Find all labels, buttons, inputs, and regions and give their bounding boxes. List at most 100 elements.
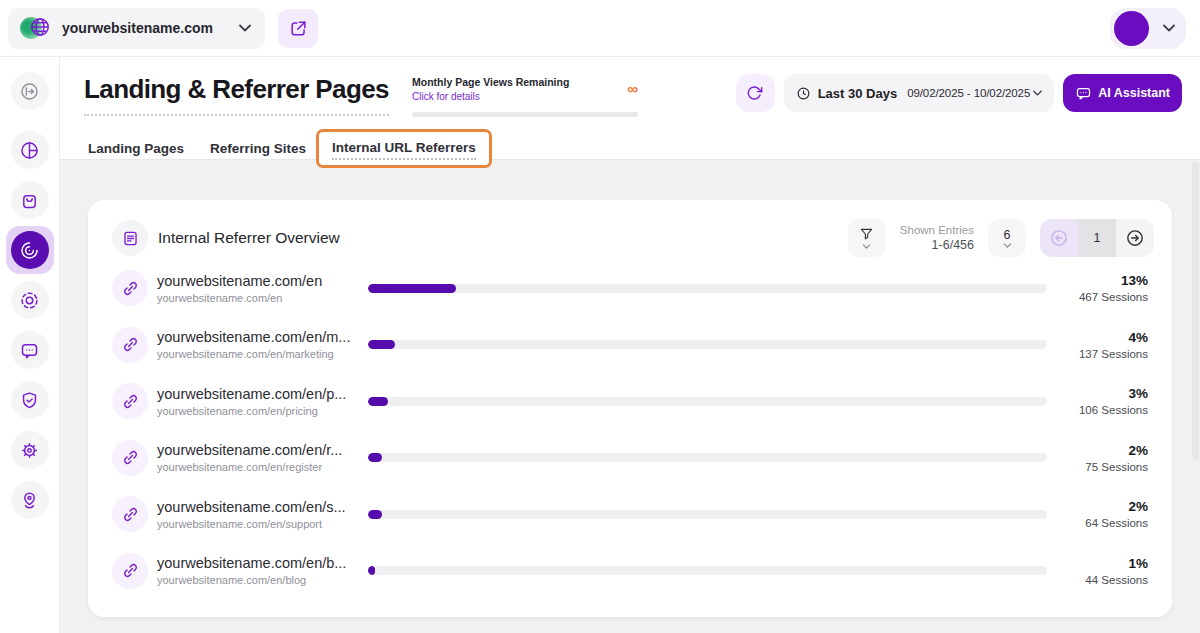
external-link-icon xyxy=(289,19,308,38)
sidebar-item-location[interactable] xyxy=(11,481,49,519)
referrer-sessions: 467 Sessions xyxy=(1047,291,1148,303)
referrer-sessions: 75 Sessions xyxy=(1047,461,1148,473)
arrow-right-circle-icon xyxy=(1125,228,1145,248)
referrer-title: yourwebsitename.com/en/p... xyxy=(157,386,368,402)
referrer-bar-track xyxy=(368,453,1047,462)
referrer-row[interactable]: yourwebsitename.com/en/b... yourwebsiten… xyxy=(112,543,1148,600)
referrer-sessions: 64 Sessions xyxy=(1047,517,1148,529)
referrer-bar-fill xyxy=(368,453,382,462)
referrer-sessions: 137 Sessions xyxy=(1047,348,1148,360)
website-logo-icon xyxy=(20,14,52,42)
arrow-left-circle-icon xyxy=(1049,228,1069,248)
ai-assistant-button[interactable]: AI Assistant xyxy=(1063,74,1182,112)
referrer-url: yourwebsitename.com/en/register xyxy=(157,461,368,473)
referrer-percent: 1% xyxy=(1047,556,1148,571)
referrer-row[interactable]: yourwebsitename.com/en/s... yourwebsiten… xyxy=(112,486,1148,543)
sidebar-item-usage[interactable] xyxy=(11,131,49,169)
chevron-down-icon xyxy=(1163,24,1175,32)
referrer-title: yourwebsitename.com/en xyxy=(157,273,368,289)
sidebar-item-recordings[interactable] xyxy=(11,281,49,319)
radar-icon xyxy=(11,231,49,269)
tab-referring-sites[interactable]: Referring Sites xyxy=(210,141,306,156)
referrer-percent: 2% xyxy=(1047,443,1148,458)
referrer-percent: 13% xyxy=(1047,273,1148,288)
referrer-url: yourwebsitename.com/en/marketing xyxy=(157,348,368,360)
referrer-bar-track xyxy=(368,397,1047,406)
focus-circle-icon xyxy=(19,290,40,311)
avatar xyxy=(1114,11,1149,46)
page-size-selector[interactable]: 6 xyxy=(988,219,1026,257)
pagination: 1 xyxy=(1040,219,1154,257)
sidebar-item-settings[interactable] xyxy=(11,431,49,469)
referrer-sessions: 44 Sessions xyxy=(1047,574,1148,586)
page-header: Landing & Referrer Pages Monthly Page Vi… xyxy=(60,57,1200,160)
referrer-title: yourwebsitename.com/en/b... xyxy=(157,555,368,571)
sidebar-item-communication[interactable] xyxy=(11,331,49,369)
referrer-row[interactable]: yourwebsitename.com/en/m... yourwebsiten… xyxy=(112,317,1148,374)
sidebar-item-ecommerce[interactable] xyxy=(11,181,49,219)
highlight-box: Internal URL Referrers xyxy=(316,129,492,168)
chat-bubble-icon xyxy=(19,340,40,361)
link-icon xyxy=(112,440,148,476)
quota-label: Monthly Page Views Remaining xyxy=(412,76,638,88)
internal-referrer-overview-card: Internal Referrer Overview Shown Entries… xyxy=(88,200,1172,617)
referrer-row[interactable]: yourwebsitename.com/en yourwebsitename.c… xyxy=(112,260,1148,317)
referrer-percent: 4% xyxy=(1047,330,1148,345)
referrer-bar-fill xyxy=(368,284,456,293)
filter-button[interactable] xyxy=(848,219,886,257)
referrer-bar-track xyxy=(368,340,1047,349)
user-menu[interactable] xyxy=(1110,8,1186,49)
referrer-url: yourwebsitename.com/en/blog xyxy=(157,574,368,586)
content-area: Internal Referrer Overview Shown Entries… xyxy=(60,160,1200,617)
link-icon xyxy=(112,383,148,419)
date-range-picker[interactable]: Last 30 Days 09/02/2025 - 10/02/2025 xyxy=(784,74,1055,112)
link-icon xyxy=(112,553,148,589)
referrer-url: yourwebsitename.com/en xyxy=(157,292,368,304)
gear-icon xyxy=(19,440,40,461)
tab-bar: Landing Pages Referring Sites Internal U… xyxy=(88,141,476,156)
quota-infinity-value: ∞ xyxy=(627,83,638,95)
chevron-down-icon xyxy=(862,244,871,249)
map-pin-icon xyxy=(19,490,40,511)
sidebar-item-collapse[interactable] xyxy=(11,72,49,110)
referrer-list: yourwebsitename.com/en yourwebsitename.c… xyxy=(112,260,1148,599)
referrer-title: yourwebsitename.com/en/s... xyxy=(157,499,368,515)
main-area: Landing & Referrer Pages Monthly Page Vi… xyxy=(60,57,1200,633)
sidebar-item-privacy[interactable] xyxy=(11,381,49,419)
referrer-bar-fill xyxy=(368,566,375,575)
date-preset-label: Last 30 Days xyxy=(818,86,898,101)
filter-funnel-icon xyxy=(858,227,875,243)
shown-entries-label: Shown Entries xyxy=(900,224,974,236)
chevron-down-icon xyxy=(1033,90,1042,96)
scrollbar[interactable] xyxy=(1192,162,1199,460)
website-name: yourwebsitename.com xyxy=(62,20,239,36)
prev-page-button[interactable] xyxy=(1040,219,1078,257)
collapse-sidebar-icon xyxy=(19,81,40,102)
quota-details-link[interactable]: Click for details xyxy=(412,91,638,102)
card-title: Internal Referrer Overview xyxy=(158,229,340,247)
refresh-button[interactable] xyxy=(736,74,775,112)
referrer-sessions: 106 Sessions xyxy=(1047,404,1148,416)
referrer-row[interactable]: yourwebsitename.com/en/p... yourwebsiten… xyxy=(112,373,1148,430)
link-icon xyxy=(112,496,148,532)
referrer-title: yourwebsitename.com/en/r... xyxy=(157,442,368,458)
sidebar-item-behavior-active[interactable] xyxy=(6,226,54,274)
quota-widget: Monthly Page Views Remaining Click for d… xyxy=(412,76,638,117)
referrer-bar-fill xyxy=(368,510,382,519)
ai-chat-icon xyxy=(1075,85,1092,102)
referrer-row[interactable]: yourwebsitename.com/en/r... yourwebsiten… xyxy=(112,430,1148,487)
website-selector[interactable]: yourwebsitename.com xyxy=(8,8,265,49)
next-page-button[interactable] xyxy=(1116,219,1154,257)
page-title: Landing & Referrer Pages xyxy=(84,74,389,116)
link-icon xyxy=(112,270,148,306)
tab-internal-url-referrers[interactable]: Internal URL Referrers xyxy=(332,140,476,160)
top-bar: yourwebsitename.com xyxy=(0,0,1200,57)
refresh-icon xyxy=(747,85,763,101)
link-icon xyxy=(112,327,148,363)
tab-landing-pages[interactable]: Landing Pages xyxy=(88,141,184,156)
current-page: 1 xyxy=(1078,219,1116,257)
referrer-bar-track xyxy=(368,510,1047,519)
chevron-down-icon xyxy=(1003,243,1012,248)
open-website-button[interactable] xyxy=(278,9,318,48)
quota-progress-bar xyxy=(412,112,638,117)
